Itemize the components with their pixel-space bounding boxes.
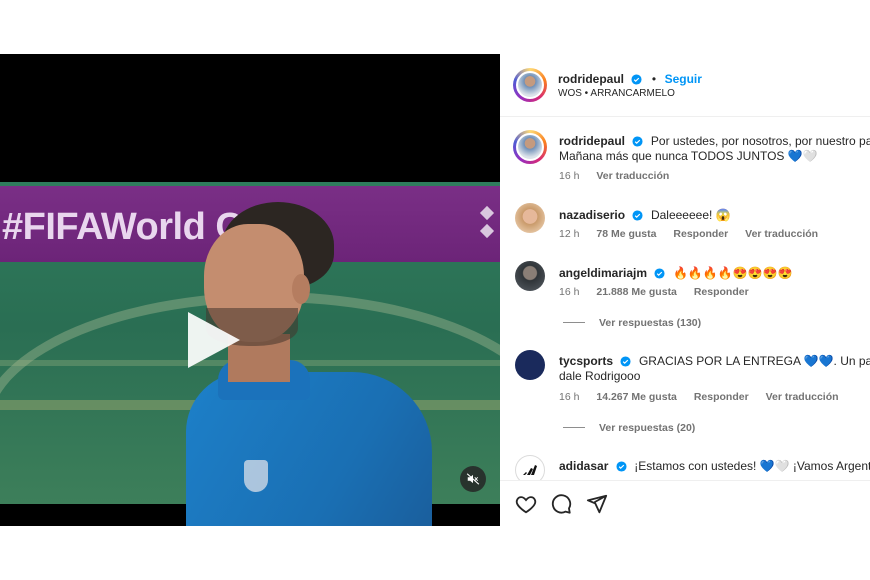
avatar[interactable] bbox=[513, 68, 547, 102]
comment-row: nazadiserio Daleeeeee! 😱 bbox=[559, 206, 731, 224]
reply-button[interactable]: Responder bbox=[694, 286, 749, 298]
view-replies-label[interactable]: Ver respuestas (130) bbox=[599, 317, 701, 329]
comment-text: ¡Estamos con ustedes! 💙🤍 ¡Vamos Argentin bbox=[634, 459, 870, 473]
comment-text-line-2: dale Rodrigooo bbox=[559, 369, 641, 383]
action-bar bbox=[500, 480, 870, 526]
header-username[interactable]: rodridepaul bbox=[558, 72, 624, 86]
afa-crest bbox=[244, 460, 268, 492]
translate-link[interactable]: Ver traducción bbox=[745, 228, 818, 240]
likes-count[interactable]: 14.267 Me gusta bbox=[596, 391, 677, 403]
instagram-post: #FIFAWorld Cup rodridepaul • Seguir WOS … bbox=[0, 54, 870, 526]
avatar[interactable] bbox=[515, 261, 545, 291]
caption-text-line-2: Mañana más que nunca TODOS JUNTOS 💙🤍 bbox=[559, 149, 818, 163]
muted-speaker-icon bbox=[466, 473, 480, 485]
verified-badge-icon bbox=[620, 356, 632, 367]
comment-text: GRACIAS POR LA ENTREGA 💙💙. Un paso bbox=[638, 354, 870, 368]
translate-link[interactable]: Ver traducción bbox=[766, 391, 839, 403]
audio-label[interactable]: WOS • ARRANCARMELO bbox=[558, 88, 675, 99]
caption-text: Por ustedes, por nosotros, por nuestro p… bbox=[650, 134, 870, 148]
play-icon[interactable] bbox=[188, 312, 240, 368]
avatar[interactable] bbox=[515, 203, 545, 233]
post-header: rodridepaul • Seguir WOS • ARRANCARMELO bbox=[500, 54, 870, 117]
comment-username[interactable]: adidasar bbox=[559, 459, 608, 473]
player-ear bbox=[292, 274, 310, 304]
likes-count[interactable]: 21.888 Me gusta bbox=[596, 286, 677, 298]
view-replies[interactable]: Ver respuestas (130) bbox=[563, 317, 715, 329]
translate-link[interactable]: Ver traducción bbox=[596, 170, 669, 182]
comment-icon[interactable] bbox=[550, 493, 572, 515]
view-replies-label[interactable]: Ver respuestas (20) bbox=[599, 422, 695, 434]
banner-dots bbox=[479, 200, 495, 244]
mute-button[interactable] bbox=[460, 466, 486, 492]
reply-button[interactable]: Responder bbox=[694, 391, 749, 403]
comment-meta: 16 h 14.267 Me gusta Responder Ver tradu… bbox=[559, 391, 853, 403]
follow-button[interactable]: Seguir bbox=[665, 72, 702, 86]
comment-username[interactable]: nazadiserio bbox=[559, 208, 625, 222]
adidas-logo-icon bbox=[523, 465, 537, 475]
caption-line-1: rodridepaul Por ustedes, por nosotros, p… bbox=[559, 132, 870, 150]
comments-panel: rodridepaul • Seguir WOS • ARRANCARMELO … bbox=[500, 54, 870, 526]
timestamp: 16 h bbox=[559, 391, 580, 403]
comment-text: Daleeeeee! 😱 bbox=[650, 208, 731, 222]
view-replies[interactable]: Ver respuestas (20) bbox=[563, 422, 709, 434]
caption-username[interactable]: rodridepaul bbox=[559, 134, 625, 148]
heart-icon[interactable] bbox=[515, 493, 537, 515]
timestamp: 16 h bbox=[559, 170, 580, 182]
avatar[interactable] bbox=[513, 130, 547, 164]
comment-meta: 16 h 21.888 Me gusta Responder bbox=[559, 286, 763, 298]
avatar[interactable] bbox=[515, 350, 545, 380]
comment-username[interactable]: tycsports bbox=[559, 354, 613, 368]
reply-button[interactable]: Responder bbox=[673, 228, 728, 240]
separator-dot: • bbox=[651, 72, 657, 86]
verified-badge-icon bbox=[632, 136, 644, 147]
caption-meta: 16 h Ver traducción bbox=[559, 170, 683, 182]
verified-badge-icon bbox=[631, 74, 643, 85]
timestamp: 16 h bbox=[559, 286, 580, 298]
replies-divider bbox=[563, 427, 585, 428]
share-icon[interactable] bbox=[586, 493, 608, 515]
replies-divider bbox=[563, 322, 585, 323]
video-player[interactable]: #FIFAWorld Cup bbox=[0, 54, 500, 526]
verified-badge-icon bbox=[654, 268, 666, 279]
comment-row: adidasar ¡Estamos con ustedes! 💙🤍 ¡Vamos… bbox=[559, 457, 870, 475]
comment-text: 🔥🔥🔥🔥😍😍😍😍 bbox=[672, 266, 793, 280]
comment-username[interactable]: angeldimariajm bbox=[559, 266, 647, 280]
likes-count[interactable]: 78 Me gusta bbox=[596, 228, 656, 240]
comment-meta: 12 h 78 Me gusta Responder Ver traducció… bbox=[559, 228, 832, 240]
comment-row: angeldimariajm 🔥🔥🔥🔥😍😍😍😍 bbox=[559, 264, 792, 282]
verified-badge-icon bbox=[632, 210, 644, 221]
verified-badge-icon bbox=[616, 461, 627, 472]
timestamp: 12 h bbox=[559, 228, 580, 240]
comment-row: tycsports GRACIAS POR LA ENTREGA 💙💙. Un … bbox=[559, 352, 870, 370]
